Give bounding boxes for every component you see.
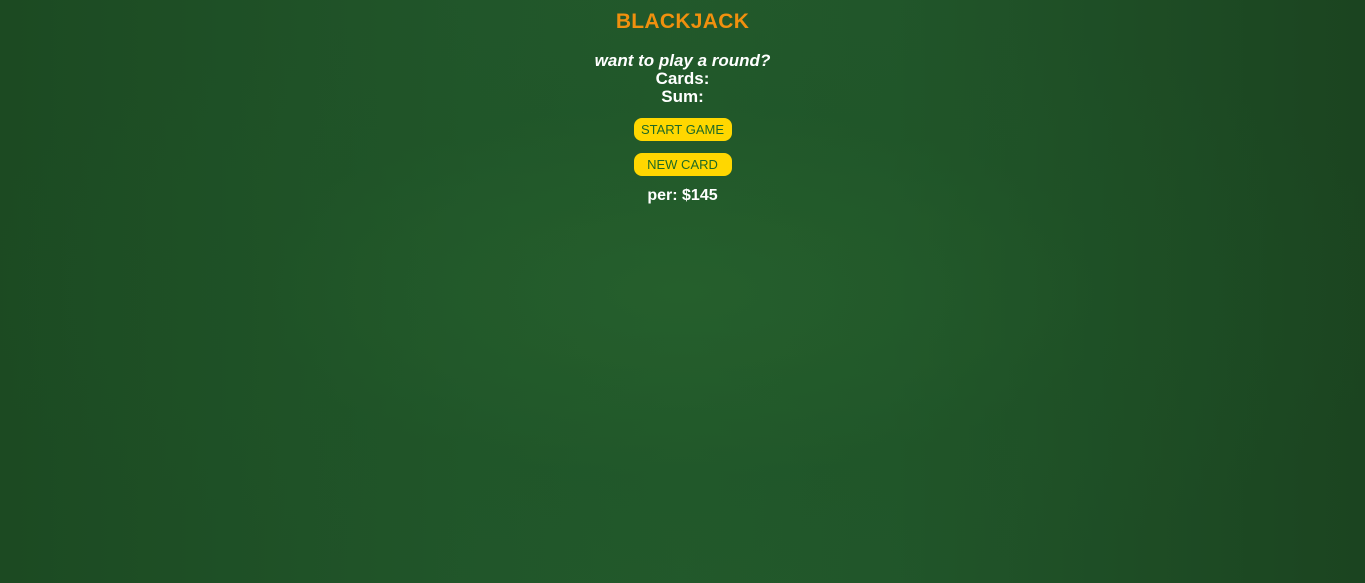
game-container: BLACKJACK want to play a round? Cards: S… [0, 0, 1365, 205]
start-game-button[interactable]: START GAME [633, 118, 732, 141]
new-card-button[interactable]: NEW CARD [633, 153, 732, 176]
player-info: per: $145 [647, 187, 718, 204]
cards-display: Cards: [655, 69, 710, 88]
game-message: want to play a round? [594, 51, 771, 70]
sum-display: Sum: [661, 87, 704, 106]
game-title: BLACKJACK [615, 10, 750, 33]
